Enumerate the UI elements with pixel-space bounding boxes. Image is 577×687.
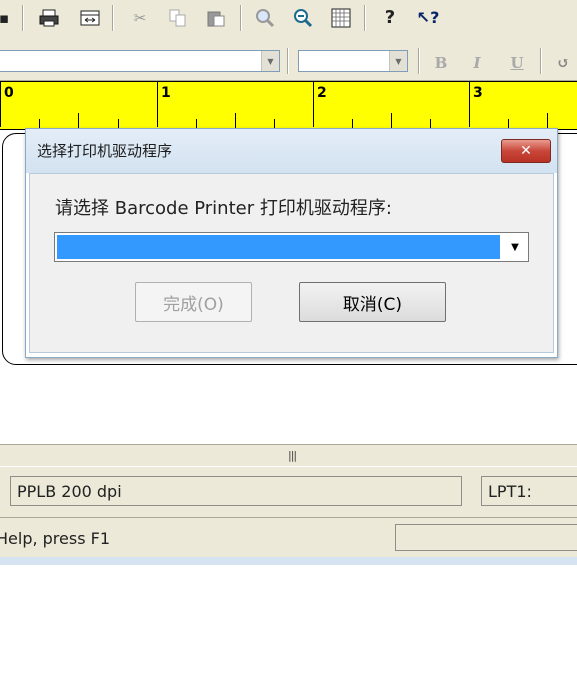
italic-button[interactable]: I (466, 52, 488, 74)
printer-info-bar: PPLB 200 dpi LPT1: (0, 466, 577, 517)
select-driver-dialog: 选择打印机驱动程序 ✕ 请选择 Barcode Printer 打印机驱动程序:… (25, 128, 558, 358)
ruler-label: 3 (473, 85, 483, 101)
underline-button[interactable]: U (506, 52, 528, 74)
driver-prompt: 请选择 Barcode Printer 打印机驱动程序: (55, 198, 392, 219)
context-help-icon[interactable]: ↖? (416, 6, 440, 30)
ruler-tick (391, 113, 392, 129)
fit-page-icon[interactable] (78, 6, 102, 30)
main-toolbar: ▪ ✂ ? ↖? (0, 0, 577, 45)
font-name-select[interactable]: ▼ (0, 50, 280, 72)
toolbar-separator (22, 5, 24, 31)
format-toolbar: ▼ ▼ B I U ↺ (0, 44, 577, 81)
ruler-tick (0, 82, 1, 127)
chevron-down-icon[interactable]: ▼ (389, 51, 407, 71)
chevron-down-icon[interactable]: ▼ (261, 51, 279, 71)
driver-select[interactable]: ▼ (54, 232, 529, 262)
chevron-down-icon[interactable]: ▼ (503, 234, 527, 260)
finish-button[interactable]: 完成(O) (135, 282, 252, 322)
dialog-titlebar[interactable]: 选择打印机驱动程序 ✕ (26, 129, 557, 173)
zoom-out-icon[interactable] (291, 6, 315, 30)
close-button[interactable]: ✕ (501, 139, 551, 163)
window-bottom-border (0, 557, 577, 565)
ruler-label: 0 (4, 85, 14, 101)
print-icon[interactable] (37, 6, 61, 30)
toolbar-separator (112, 5, 114, 31)
close-icon: ✕ (520, 143, 532, 159)
status-bar: Help, press F1 (0, 517, 577, 558)
zoom-in-icon[interactable] (253, 6, 277, 30)
rotate-icon[interactable]: ↺ (552, 52, 574, 74)
grid-icon[interactable] (329, 6, 353, 30)
status-help-text: Help, press F1 (0, 529, 111, 548)
status-pane (395, 524, 577, 551)
ruler-tick (78, 113, 79, 129)
ruler-label: 2 (317, 85, 327, 101)
toolbar-separator (240, 5, 242, 31)
dialog-body: 请选择 Barcode Printer 打印机驱动程序: ▼ 完成(O) 取消(… (29, 173, 554, 353)
cut-icon[interactable]: ✂ (128, 6, 152, 30)
grip-icon[interactable]: ||| (288, 449, 297, 462)
toolbar-separator (287, 48, 289, 74)
save-icon[interactable]: ▪ (0, 6, 16, 30)
toolbar-separator (540, 48, 542, 74)
paste-icon[interactable] (204, 6, 228, 30)
ruler-tick (547, 113, 548, 129)
font-size-select[interactable]: ▼ (298, 50, 408, 72)
horizontal-splitter[interactable]: ||| (0, 444, 577, 467)
help-icon[interactable]: ? (378, 6, 402, 30)
copy-icon[interactable] (166, 6, 190, 30)
driver-select-value (57, 235, 500, 259)
ruler-tick (235, 113, 236, 129)
ruler-label: 1 (161, 85, 171, 101)
ruler-tick (313, 82, 314, 127)
ruler-tick (157, 82, 158, 127)
toolbar-separator (364, 5, 366, 31)
bold-button[interactable]: B (430, 52, 452, 74)
horizontal-ruler: 0 1 2 3 (0, 81, 577, 131)
toolbar-separator (418, 48, 420, 74)
dialog-title: 选择打印机驱动程序 (37, 142, 173, 160)
cancel-button[interactable]: 取消(C) (299, 282, 446, 322)
printer-port-field: LPT1: (481, 476, 577, 506)
ruler-tick (469, 82, 470, 127)
printer-model-field: PPLB 200 dpi (10, 476, 462, 506)
